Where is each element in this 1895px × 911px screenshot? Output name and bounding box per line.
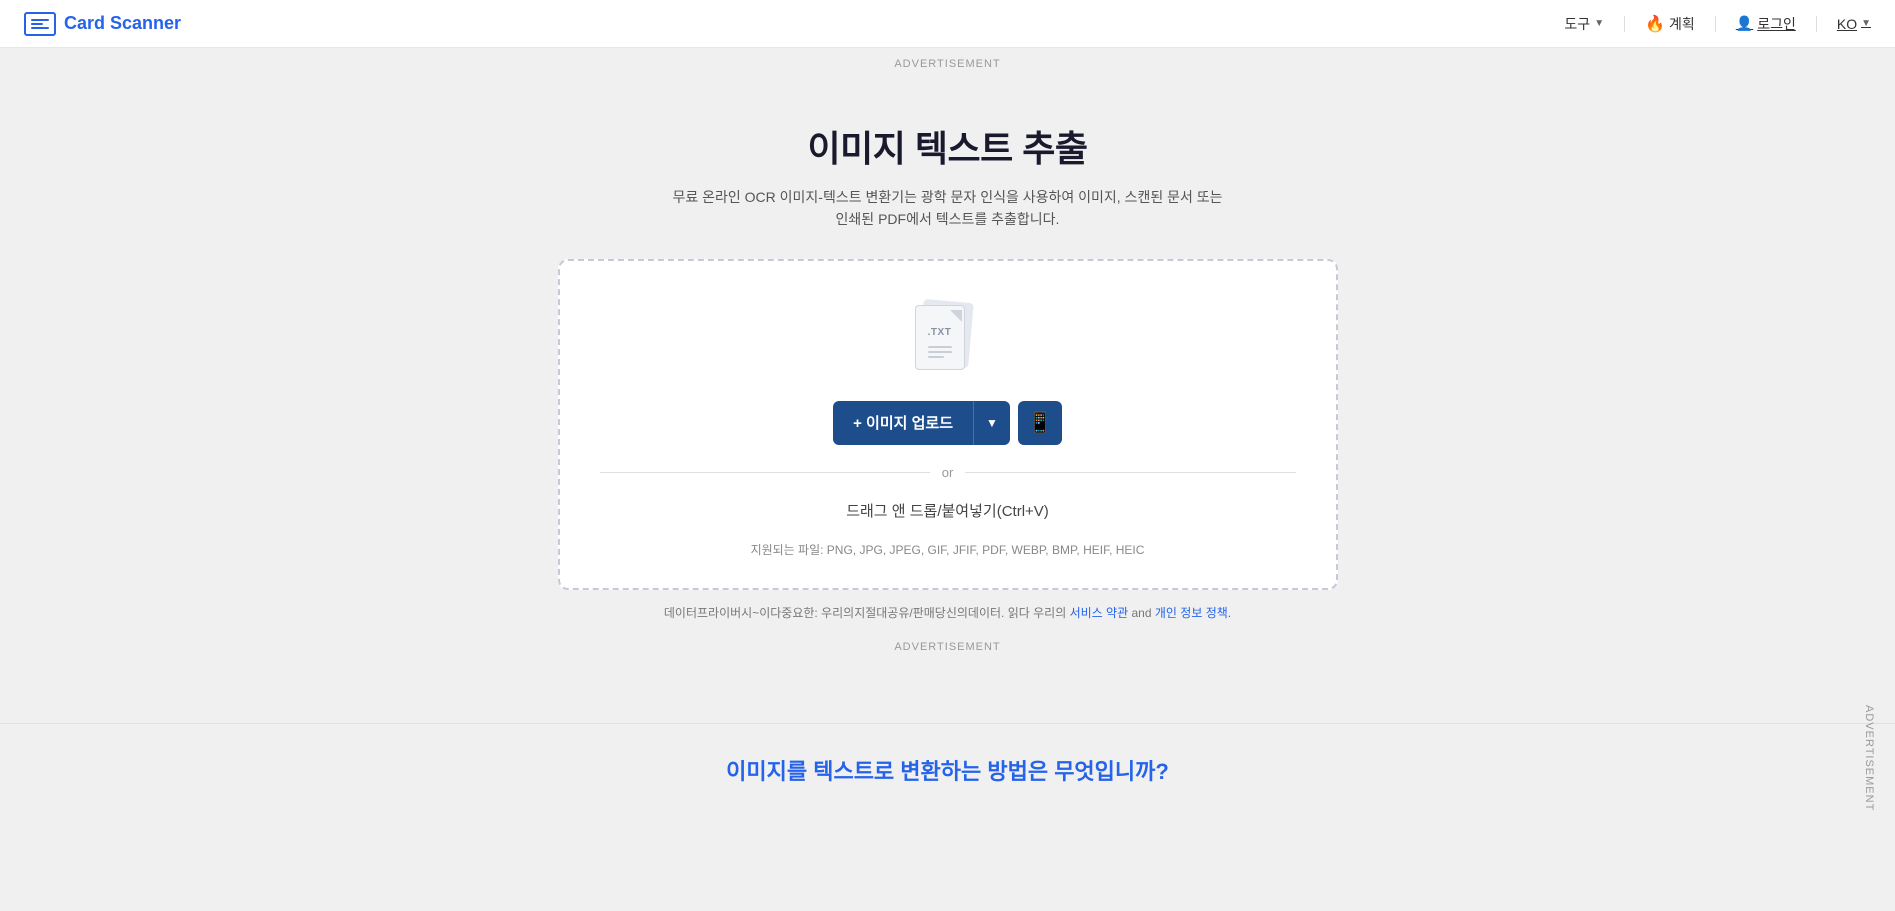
file-icon-txt-label: .TXT (928, 327, 952, 338)
privacy-text: 데이터프라이버시~이다중요한: 우리의지절대공유/판매당신의데이터. 읽다 우리… (664, 606, 1066, 620)
or-line-left (600, 472, 930, 473)
and-text: and (1131, 606, 1151, 620)
logo-text: Card Scanner (64, 13, 181, 34)
file-line-1 (928, 346, 952, 348)
upload-zone: .TXT + 이미지 업로드 ▼ 📱 or (558, 259, 1338, 590)
file-icon-front: .TXT (915, 305, 965, 370)
bottom-ad-label: ADVERTISEMENT (884, 631, 1010, 663)
nav-divider-3 (1816, 16, 1817, 32)
logo-link[interactable]: Card Scanner (24, 12, 181, 36)
or-line-right (965, 472, 1295, 473)
file-line-3 (928, 356, 944, 358)
header-nav: 도구 ▼ 🔥 계획 👤 로그인 KO ▼ (1564, 14, 1871, 34)
lang-chevron-icon: ▼ (1861, 18, 1871, 29)
mobile-scan-button[interactable]: 📱 (1018, 401, 1062, 445)
top-ad-banner: ADVERTISEMENT (0, 48, 1895, 80)
bottom-section-title: 이미지를 텍스트로 변환하는 방법은 무엇입니까? (200, 754, 1695, 786)
file-line-2 (928, 351, 952, 353)
or-divider: or (600, 465, 1296, 480)
page-subtitle: 무료 온라인 OCR 이미지-텍스트 변환기는 광학 문자 인식을 사용하여 이… (668, 186, 1228, 231)
mobile-icon: 📱 (1027, 410, 1052, 435)
header: Card Scanner 도구 ▼ 🔥 계획 👤 로그인 KO ▼ (0, 0, 1895, 48)
tools-chevron-icon: ▼ (1594, 18, 1604, 29)
login-button[interactable]: 👤 로그인 (1736, 14, 1796, 34)
page-title: 이미지 텍스트 추출 (808, 120, 1088, 172)
plan-emoji: 🔥 (1645, 14, 1665, 34)
nav-divider-2 (1715, 16, 1716, 32)
language-selector[interactable]: KO ▼ (1837, 16, 1871, 32)
logo-icon (24, 12, 56, 36)
tools-menu[interactable]: 도구 ▼ (1564, 14, 1604, 34)
bottom-section: 이미지를 텍스트로 변환하는 방법은 무엇입니까? (0, 723, 1895, 816)
main-content: 이미지 텍스트 추출 무료 온라인 OCR 이미지-텍스트 변환기는 광학 문자… (0, 80, 1895, 683)
nav-divider-1 (1624, 16, 1625, 32)
side-ad-label: ADVERTISEMENT (1863, 705, 1875, 811)
file-icon-lines (928, 346, 952, 358)
file-icon-corner (950, 310, 962, 322)
upload-buttons-row: + 이미지 업로드 ▼ 📱 (833, 401, 1062, 445)
upload-button-label: + 이미지 업로드 (833, 401, 974, 445)
privacy-policy-link[interactable]: 개인 정보 정책. (1155, 606, 1231, 620)
supported-formats: 지원되는 파일: PNG, JPG, JPEG, GIF, JFIF, PDF,… (751, 541, 1145, 558)
drag-drop-text: 드래그 앤 드롭/붙여넣기(Ctrl+V) (846, 500, 1049, 521)
upload-image-button[interactable]: + 이미지 업로드 ▼ (833, 401, 1010, 445)
privacy-notice: 데이터프라이버시~이다중요한: 우리의지절대공유/판매당신의데이터. 읽다 우리… (664, 604, 1231, 621)
upload-dropdown-icon[interactable]: ▼ (974, 401, 1010, 445)
plan-badge: 🔥 계획 (1645, 14, 1695, 34)
user-icon: 👤 (1736, 15, 1753, 32)
file-icon: .TXT (913, 301, 983, 381)
service-terms-link[interactable]: 서비스 약관 (1070, 606, 1129, 620)
